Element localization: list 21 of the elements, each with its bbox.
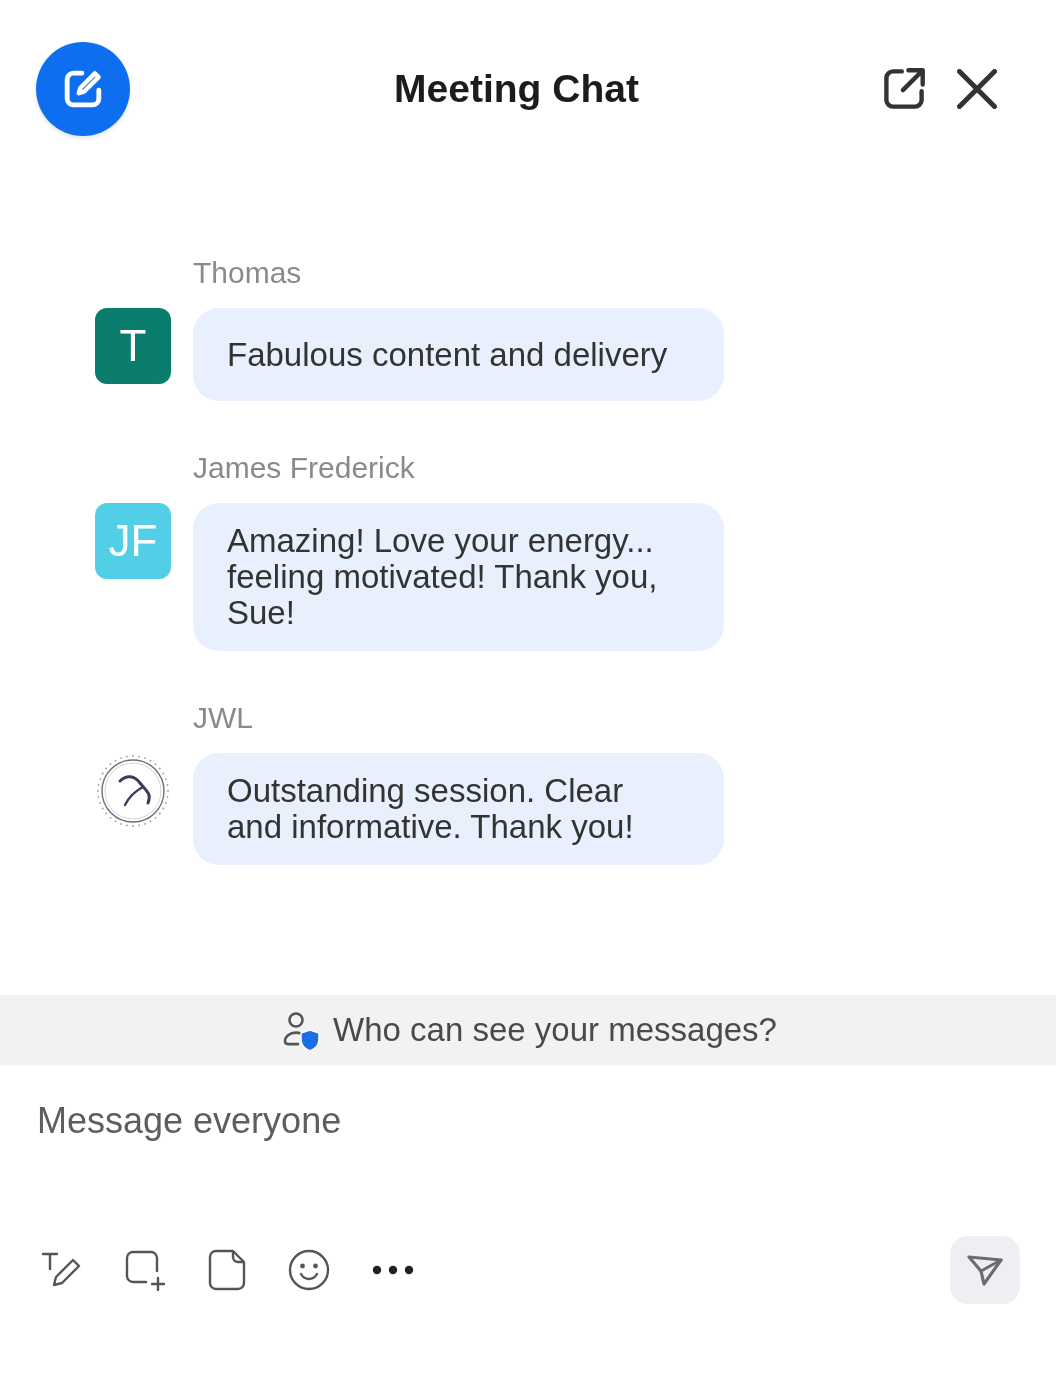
sender-name: Thomas [193,256,302,290]
chat-message: Amazing! Love your energy... feeling motivated! Thank you, Sue! [193,503,724,651]
chat-message: Outstanding session. Clear and informative. Thank you! [193,753,724,865]
window-title: Meeting Chat [394,67,639,111]
send-icon [967,1254,1003,1286]
initial-avatar: JF [95,503,171,579]
initial-avatar: T [95,308,171,384]
emblem-avatar-icon [95,753,171,829]
privacy-notice-bar[interactable]: Who can see your messages? [0,995,1056,1065]
more-icon[interactable] [372,1265,414,1275]
chat-message: Fabulous content and delivery [193,308,724,401]
sender-name: James Frederick [193,451,415,485]
file-icon[interactable] [208,1249,246,1291]
sender-name: JWL [193,701,253,735]
message-field[interactable]: Message everyone [37,1085,1020,1157]
edit-icon [64,70,102,108]
emoji-icon[interactable] [288,1249,330,1291]
close-icon[interactable] [957,69,997,109]
privacy-notice-text[interactable]: Who can see your messages? [333,1011,777,1049]
add-square-icon[interactable] [124,1249,166,1291]
external-link-icon[interactable] [882,67,926,111]
